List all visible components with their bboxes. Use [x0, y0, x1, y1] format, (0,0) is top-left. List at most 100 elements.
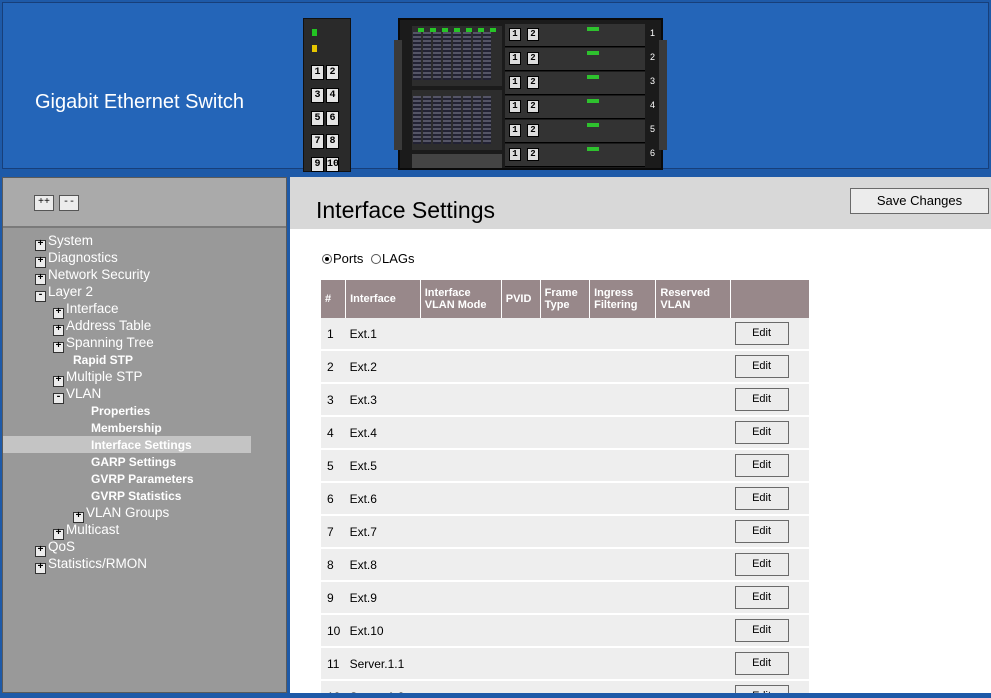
pvid-cell [501, 581, 541, 615]
pvid-cell [501, 647, 541, 681]
action-cell: Edit [730, 680, 809, 693]
row-number: 5 [321, 449, 346, 483]
tree-item-label: Spanning Tree [66, 335, 154, 350]
tree-item-label: Multiple STP [66, 369, 143, 384]
reserved-vlan-cell [655, 680, 731, 693]
lags-radio-label: LAGs [381, 251, 415, 266]
blade-number: 3 [649, 76, 655, 86]
table-row: 10 Ext.10 Edit [321, 614, 809, 648]
edit-button[interactable]: Edit [734, 685, 789, 693]
radio-unchecked-icon[interactable] [370, 254, 381, 264]
row-number: 12 [321, 680, 346, 693]
frame-type-cell [540, 614, 590, 648]
column-header: Reserved VLAN [655, 280, 732, 318]
module-port-grid: 12 34 56 78 9 10 [310, 59, 340, 174]
tree-item[interactable]: + System [3, 232, 286, 251]
tree-item[interactable]: - Layer 2 [3, 283, 286, 302]
tree-item[interactable]: GARP Settings [3, 453, 286, 470]
tree-item[interactable]: Rapid STP [3, 351, 286, 368]
pvid-cell [501, 680, 541, 693]
expand-toggle-icon[interactable]: + [35, 563, 46, 574]
edit-button[interactable]: Edit [734, 388, 789, 411]
table-header-row: # Interface Interface VLAN Mode PVID Fra… [321, 280, 809, 318]
tree-item-label: GVRP Parameters [91, 472, 194, 486]
blade-number: 2 [649, 52, 655, 62]
row-number: 4 [321, 416, 346, 450]
blade-slot: 12 2 [505, 48, 655, 71]
row-number: 8 [321, 548, 346, 582]
tree-item[interactable]: + Network Security [3, 266, 286, 285]
tree-item[interactable]: + Multiple STP [3, 368, 286, 387]
tree-item[interactable]: Membership [3, 419, 286, 436]
collapse-all-button[interactable]: -- [59, 195, 79, 211]
frame-type-cell [540, 416, 590, 450]
edit-button[interactable]: Edit [734, 454, 789, 477]
table-row: 12Server.1.2 Edit [321, 680, 809, 693]
radio-checked-icon[interactable] [322, 254, 332, 264]
tree-item[interactable]: + Multicast [3, 521, 286, 540]
reserved-vlan-cell [655, 614, 731, 648]
reserved-vlan-cell [655, 581, 731, 615]
ingress-filtering-cell [589, 383, 656, 417]
edit-button[interactable]: Edit [734, 652, 789, 675]
action-cell: Edit [730, 548, 809, 582]
pvid-cell [501, 449, 541, 483]
interface-type-selector: Ports LAGs [322, 251, 418, 266]
edit-button[interactable]: Edit [734, 487, 789, 510]
tree-item[interactable]: GVRP Parameters [3, 470, 286, 487]
edit-button[interactable]: Edit [734, 619, 789, 642]
blade-number: 6 [649, 148, 655, 158]
tree-item-label: Layer 2 [48, 284, 94, 299]
reserved-vlan-cell [655, 350, 731, 384]
edit-button[interactable]: Edit [734, 553, 789, 576]
tree-item[interactable]: + QoS [3, 538, 286, 557]
table-row: 2 Ext.2 Edit [321, 350, 809, 384]
sidebar-toolbar: ++ -- [3, 178, 286, 228]
interface-name: Server.1.2 [345, 680, 502, 693]
tree-item[interactable]: Interface Settings [3, 436, 251, 453]
column-header: Frame Type [540, 280, 591, 318]
save-changes-button[interactable]: Save Changes [850, 188, 989, 214]
interface-name: Server.1.1 [345, 647, 502, 681]
blade-number: 4 [649, 100, 655, 110]
tree-item[interactable]: + VLAN Groups [3, 504, 286, 523]
tree-item-label: GARP Settings [91, 455, 177, 469]
ports-radio-label: Ports [333, 251, 364, 266]
edit-button[interactable]: Edit [734, 421, 789, 444]
frame-type-cell [540, 647, 590, 681]
edit-button[interactable]: Edit [734, 586, 789, 609]
tree-item[interactable]: + Address Table [3, 317, 286, 336]
port-icon: 10 [326, 157, 340, 172]
edit-button[interactable]: Edit [734, 355, 789, 378]
frame-type-cell [540, 515, 590, 549]
app-title: Gigabit Ethernet Switch [35, 91, 244, 113]
switch-module-image: 12 34 56 78 9 10 [303, 18, 351, 172]
tree-item[interactable]: + Statistics/RMON [3, 555, 286, 574]
power-bay-icon [412, 154, 502, 168]
tree-item[interactable]: + Spanning Tree [3, 334, 286, 353]
tree-item[interactable]: Properties [3, 402, 286, 419]
sidebar: ++ -- + System + Diagnostics + Network Securi… [2, 177, 287, 693]
action-cell: Edit [730, 515, 809, 549]
navigation-tree: + System + Diagnostics + Network Security - Lay… [3, 228, 286, 574]
interface-name: Ext.1 [345, 318, 502, 351]
fan-bay-icon [412, 90, 502, 150]
lags-radio-option[interactable]: LAGs [370, 251, 415, 266]
port-icon: 3 [311, 88, 324, 103]
tree-item[interactable]: GVRP Statistics [3, 487, 286, 504]
tree-item[interactable]: + Diagnostics [3, 249, 286, 268]
ingress-filtering-cell [589, 581, 656, 615]
action-cell: Edit [730, 647, 809, 681]
tree-item[interactable]: - VLAN [3, 385, 286, 404]
expand-all-button[interactable]: ++ [34, 195, 54, 211]
edit-button[interactable]: Edit [734, 520, 789, 543]
port-icon: 1 [311, 65, 324, 80]
pvid-cell [501, 482, 541, 516]
ingress-filtering-cell [589, 350, 656, 384]
action-cell: Edit [730, 449, 809, 483]
edit-button[interactable]: Edit [734, 322, 789, 345]
frame-type-cell [540, 318, 590, 351]
tree-item[interactable]: + Interface [3, 300, 286, 319]
ports-radio-option[interactable]: Ports [322, 251, 363, 266]
reserved-vlan-cell [655, 548, 731, 582]
